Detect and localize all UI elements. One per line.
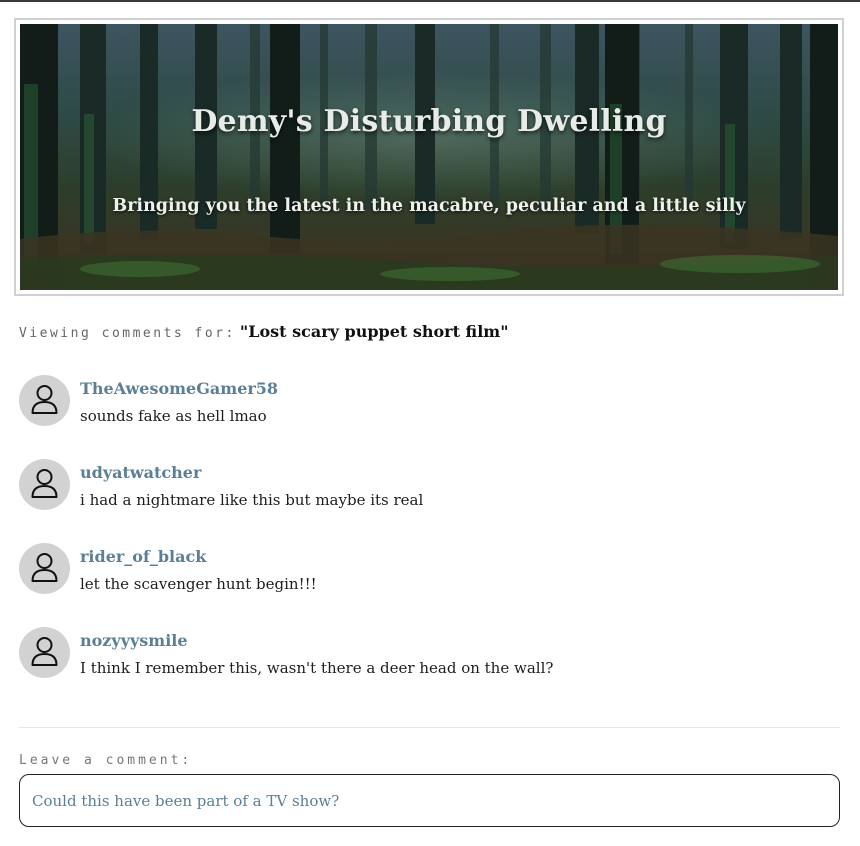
comment-item: udyatwatcher i had a nightmare like this…	[19, 459, 840, 543]
comment-list: TheAwesomeGamer58 sounds fake as hell lm…	[19, 375, 840, 711]
comment-username[interactable]: nozyyysmile	[80, 631, 188, 650]
comment-username[interactable]: TheAwesomeGamer58	[80, 379, 278, 398]
post-title: "Lost scary puppet short film"	[239, 322, 509, 341]
viewing-comments-heading: Viewing comments for: "Lost scary puppet…	[19, 322, 509, 341]
avatar	[19, 375, 70, 426]
comment-text: sounds fake as hell lmao	[80, 407, 267, 425]
user-icon	[31, 469, 58, 498]
comment-username[interactable]: udyatwatcher	[80, 463, 201, 482]
top-rule	[0, 0, 860, 2]
comment-text: i had a nightmare like this but maybe it…	[80, 491, 424, 509]
user-icon	[31, 637, 58, 666]
leave-comment-label: Leave a comment:	[19, 753, 193, 768]
header-banner: Demy's Disturbing Dwelling Bringing you …	[14, 18, 844, 296]
comment-item: TheAwesomeGamer58 sounds fake as hell lm…	[19, 375, 840, 459]
site-tagline: Bringing you the latest in the macabre, …	[112, 196, 746, 216]
comment-input[interactable]	[19, 774, 840, 827]
comment-username[interactable]: rider_of_black	[80, 547, 206, 566]
viewing-comments-label: Viewing comments for:	[19, 326, 236, 341]
site-title: Demy's Disturbing Dwelling	[191, 104, 667, 139]
user-icon	[31, 385, 58, 414]
avatar	[19, 627, 70, 678]
comment-text: I think I remember this, wasn't there a …	[80, 659, 554, 677]
avatar	[19, 543, 70, 594]
section-divider	[19, 727, 840, 728]
avatar	[19, 459, 70, 510]
comment-text: let the scavenger hunt begin!!!	[80, 575, 317, 593]
user-icon	[31, 553, 58, 582]
comment-item: nozyyysmile I think I remember this, was…	[19, 627, 840, 711]
forest-banner-image: Demy's Disturbing Dwelling Bringing you …	[20, 24, 838, 290]
comment-item: rider_of_black let the scavenger hunt be…	[19, 543, 840, 627]
forest-trees-illustration	[20, 24, 838, 290]
